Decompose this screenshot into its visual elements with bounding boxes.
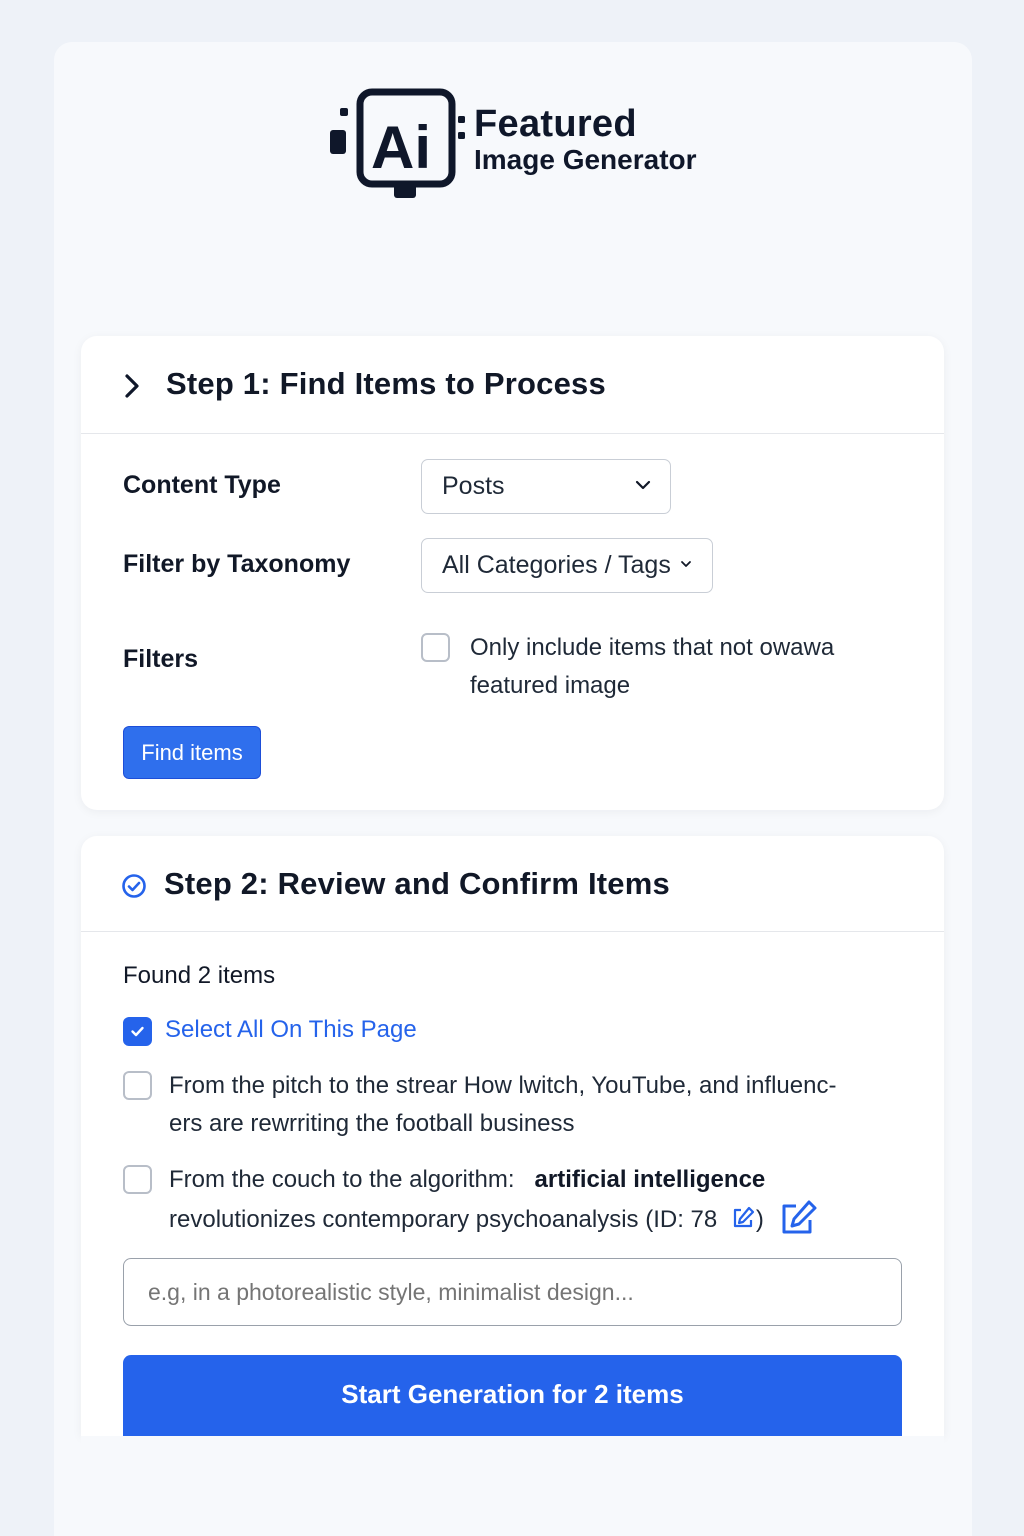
step2-title: Step 2: Review and Confirm Items: [164, 866, 670, 901]
chevron-down-icon: [635, 480, 651, 490]
taxonomy-label: Filter by Taxonomy: [123, 550, 351, 578]
start-generation-button[interactable]: Start Generation for 2 items: [123, 1355, 902, 1436]
found-count: Found 2 items: [123, 962, 276, 989]
logo-text: Featured Image Generator: [474, 104, 697, 176]
item-title-part: From the couch to the algorithm:: [169, 1166, 515, 1193]
chevron-down-icon: [681, 561, 691, 567]
select-all-checkbox[interactable]: [123, 1017, 152, 1046]
step1-title: Step 1: Find Items to Process: [166, 366, 606, 401]
step1-card: Step 1: Find Items to Process Content Ty…: [81, 336, 944, 810]
content-type-label: Content Type: [123, 471, 281, 499]
item-title-part: revolutionizes contemporary psychoanalys…: [169, 1206, 718, 1233]
select-all-label[interactable]: Select All On This Page: [165, 1016, 417, 1044]
missing-featured-image-checkbox[interactable]: [421, 633, 450, 662]
item-title-line1: From the couch to the algorithm: artific…: [169, 1161, 819, 1199]
checkmark-icon: [131, 1026, 144, 1037]
ai-logo-icon: Ai: [330, 88, 465, 198]
edit-icon[interactable]: [779, 1199, 819, 1237]
step2-card: Step 2: Review and Confirm Items Found 2…: [81, 836, 944, 1436]
item-checkbox[interactable]: [123, 1071, 152, 1100]
item-title-part: ): [755, 1206, 764, 1233]
step2-header[interactable]: Step 2: Review and Confirm Items: [81, 836, 944, 932]
item-title-line2: ers are rewrriting the football business: [169, 1110, 575, 1137]
page-footer-area: [81, 1436, 944, 1536]
item-checkbox[interactable]: [123, 1165, 152, 1194]
filter-option-line1: Only include items that not owawa: [470, 634, 835, 661]
list-item: From the couch to the algorithm: artific…: [169, 1161, 819, 1239]
find-items-button[interactable]: Find items: [123, 726, 261, 779]
filters-label: Filters: [123, 645, 199, 673]
app-logo: Ai Featured Image Generator: [326, 88, 746, 200]
item-title-emphasis: artificial intelligence: [534, 1166, 766, 1193]
content-type-value: Posts: [442, 472, 505, 500]
item-title-line1: From the pitch to the strear How lwitch,…: [169, 1072, 837, 1099]
taxonomy-select[interactable]: All Categories / Tags: [421, 538, 713, 593]
edit-icon[interactable]: [730, 1205, 756, 1231]
style-prompt-input[interactable]: [123, 1258, 902, 1326]
step1-header[interactable]: Step 1: Find Items to Process: [81, 336, 944, 434]
svg-text:Ai: Ai: [371, 114, 431, 181]
item-title-line2: revolutionizes contemporary psychoanalys…: [169, 1199, 819, 1239]
chevron-right-icon[interactable]: [121, 373, 145, 399]
filter-option-line2: featured image: [470, 672, 631, 699]
logo-title: Featured: [474, 103, 637, 145]
content-type-select[interactable]: Posts: [421, 459, 671, 514]
taxonomy-value: All Categories / Tags: [442, 551, 671, 579]
check-circle-icon: [122, 874, 146, 898]
filter-option-label: Only include items that not owawa featur…: [470, 629, 834, 705]
logo-subtitle: Image Generator: [474, 144, 697, 175]
list-item: From the pitch to the strear How lwitch,…: [169, 1067, 836, 1143]
